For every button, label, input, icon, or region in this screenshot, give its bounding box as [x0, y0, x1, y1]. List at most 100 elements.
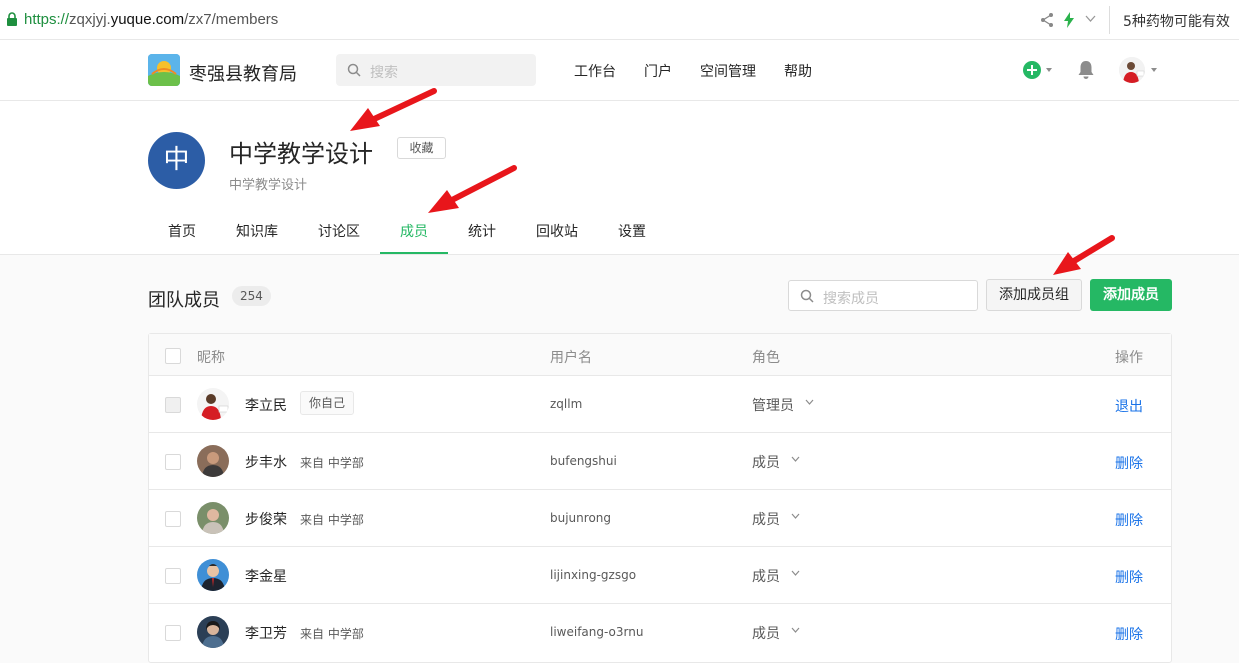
members-count-badge: 254	[232, 286, 271, 306]
tab-home[interactable]: 首页	[168, 221, 196, 241]
member-search-input[interactable]: 搜索成员	[788, 280, 978, 311]
chevron-down-icon[interactable]	[791, 513, 800, 519]
select-all-checkbox[interactable]	[165, 348, 181, 364]
url-host-prefix: zqxjyj.	[69, 11, 111, 28]
member-username: zqllm	[550, 397, 583, 411]
row-checkbox[interactable]	[165, 625, 181, 641]
nav-help[interactable]: 帮助	[784, 61, 812, 81]
table-row: 李卫芳 来自 中学部 liweifang-o3rnu 成员 删除	[149, 604, 1171, 661]
tab-statistics[interactable]: 统计	[468, 221, 496, 241]
delete-link[interactable]: 删除	[1115, 567, 1143, 587]
row-checkbox[interactable]	[165, 397, 181, 413]
avatar-image	[197, 388, 229, 420]
chevron-down-icon[interactable]	[791, 570, 800, 576]
member-nickname: 步丰水	[245, 455, 287, 471]
column-header-nickname: 昵称	[197, 350, 225, 366]
lock-icon	[7, 12, 17, 26]
tab-recycle-bin[interactable]: 回收站	[536, 221, 578, 241]
table-row: 步俊荣 来自 中学部 bujunrong 成员 删除	[149, 490, 1171, 547]
delete-link[interactable]: 删除	[1115, 453, 1143, 473]
create-plus-button[interactable]	[1023, 61, 1041, 79]
avatar	[197, 445, 229, 477]
role-select[interactable]: 管理员	[752, 395, 794, 415]
role-select[interactable]: 成员	[752, 452, 780, 472]
tab-knowledge-base[interactable]: 知识库	[236, 221, 278, 241]
user-avatar-image	[1119, 57, 1145, 83]
org-logo[interactable]	[148, 54, 180, 86]
avatar	[197, 616, 229, 648]
role-select[interactable]: 成员	[752, 566, 780, 586]
member-username: bujunrong	[550, 511, 612, 525]
global-search-input[interactable]: 搜索	[336, 54, 536, 86]
url-host-main: yuque.com	[110, 11, 185, 28]
nav-workbench[interactable]: 工作台	[574, 61, 616, 81]
chevron-down-icon[interactable]	[1085, 15, 1096, 23]
member-username: bufengshui	[550, 454, 617, 468]
caret-down-icon[interactable]	[1151, 68, 1157, 72]
org-logo-icon	[148, 54, 180, 86]
avatar	[197, 388, 229, 420]
address-url[interactable]: https://zqxjyj.yuque.com/zx7/members	[24, 11, 278, 28]
top-navigation: 枣强县教育局 搜索 工作台 门户 空间管理 帮助	[0, 40, 1239, 101]
avatar-image	[197, 559, 229, 591]
delete-link[interactable]: 删除	[1115, 510, 1143, 530]
tab-settings[interactable]: 设置	[618, 221, 646, 241]
leave-link[interactable]: 退出	[1115, 396, 1143, 416]
avatar	[197, 559, 229, 591]
address-bar-divider	[1109, 6, 1110, 34]
lightning-icon[interactable]	[1063, 12, 1075, 28]
tab-members[interactable]: 成员	[400, 221, 428, 241]
bell-icon[interactable]	[1077, 60, 1095, 80]
space-title: 中学教学设计	[229, 140, 373, 168]
address-bar-ad-text[interactable]: 5种药物可能有效	[1123, 11, 1230, 31]
space-header: 中 中学教学设计 收藏 中学教学设计 首页 知识库 讨论区 成员 统计 回收站 …	[0, 101, 1239, 255]
favorite-button[interactable]: 收藏	[397, 137, 446, 159]
add-member-button[interactable]: 添加成员	[1090, 279, 1172, 311]
user-avatar[interactable]	[1119, 57, 1145, 83]
table-header: 昵称 用户名 角色 操作	[149, 334, 1171, 376]
member-nickname: 李金星	[245, 569, 287, 585]
member-nickname: 李立民	[245, 398, 287, 414]
member-source: 来自 中学部	[300, 513, 364, 527]
delete-link[interactable]: 删除	[1115, 624, 1143, 644]
url-protocol: https://	[24, 11, 70, 28]
chevron-down-icon[interactable]	[791, 456, 800, 462]
chevron-down-icon[interactable]	[805, 399, 814, 405]
row-checkbox[interactable]	[165, 511, 181, 527]
row-checkbox[interactable]	[165, 454, 181, 470]
active-tab-indicator	[380, 252, 448, 254]
row-checkbox[interactable]	[165, 568, 181, 584]
space-avatar: 中	[148, 132, 205, 189]
nav-space-management[interactable]: 空间管理	[700, 61, 756, 81]
avatar-image	[197, 445, 229, 477]
member-username: lijinxing-gzsgo	[550, 568, 637, 582]
space-description: 中学教学设计	[229, 178, 308, 193]
search-icon	[347, 63, 361, 77]
role-select[interactable]: 成员	[752, 623, 780, 643]
table-row: 步丰水 来自 中学部 bufengshui 成员 删除	[149, 433, 1171, 490]
table-row: 李金星 lijinxing-gzsgo 成员 删除	[149, 547, 1171, 604]
member-search-placeholder: 搜索成员	[823, 291, 879, 307]
column-header-role: 角色	[752, 350, 780, 366]
caret-down-icon[interactable]	[1046, 68, 1052, 72]
search-placeholder: 搜索	[370, 65, 398, 81]
share-icon[interactable]	[1040, 12, 1054, 28]
browser-address-bar: https://zqxjyj.yuque.com/zx7/members 5种药…	[0, 0, 1239, 40]
member-nickname: 步俊荣	[245, 512, 287, 528]
role-select[interactable]: 成员	[752, 509, 780, 529]
column-header-username: 用户名	[550, 350, 592, 366]
member-nickname: 李卫芳	[245, 626, 287, 642]
column-header-action: 操作	[1115, 350, 1143, 366]
tab-discussion[interactable]: 讨论区	[318, 221, 360, 241]
member-username: liweifang-o3rnu	[550, 625, 644, 639]
add-member-group-button[interactable]: 添加成员组	[986, 279, 1082, 311]
avatar-image	[197, 502, 229, 534]
search-icon	[800, 289, 814, 303]
nav-portal[interactable]: 门户	[644, 61, 672, 81]
member-source: 来自 中学部	[300, 627, 364, 641]
avatar-image	[197, 616, 229, 648]
chevron-down-icon[interactable]	[791, 627, 800, 633]
org-name[interactable]: 枣强县教育局	[189, 60, 297, 86]
url-path: /zx7/members	[184, 11, 279, 28]
member-source: 来自 中学部	[300, 456, 364, 470]
